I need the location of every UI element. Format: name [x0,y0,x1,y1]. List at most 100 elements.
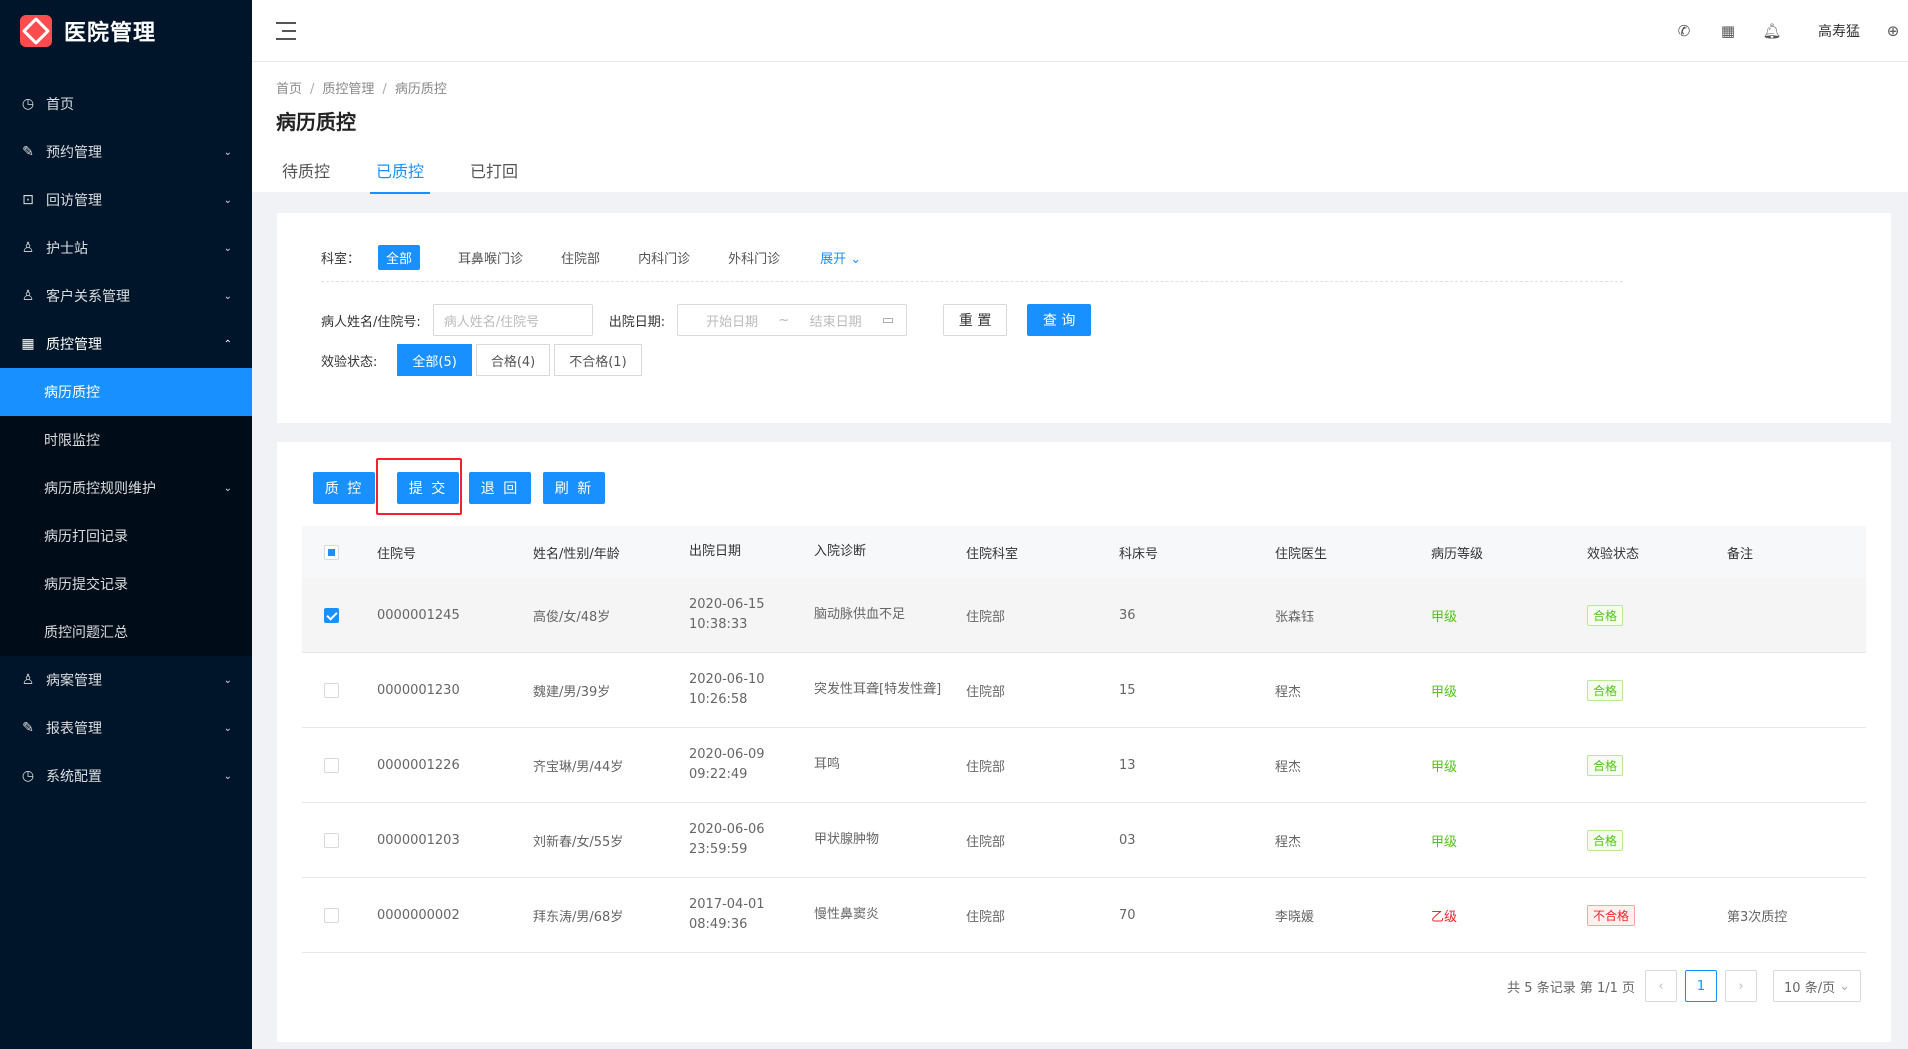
sidebar-item-appointments[interactable]: ✎ 预约管理 ⌄ [0,128,252,176]
sidebar-subitem-time-monitor[interactable]: 时限监控 [0,416,252,464]
chevron-down-icon: ⌄ [850,252,862,267]
discharge-date-range-picker[interactable]: 开始日期 ~ 结束日期 ▭ [677,304,908,336]
col-header[interactable]: 住院科室 [966,543,1119,562]
status-option-pass[interactable]: 合格(4) [475,344,551,376]
sidebar-subitem-issue-summary[interactable]: 质控问题汇总 [0,608,252,656]
edit-icon: ✎ [22,144,34,160]
chevron-right-icon: › [1738,978,1744,994]
status-option-fail[interactable]: 不合格(1) [554,344,642,376]
dept-option-all[interactable]: 全部 [378,245,421,270]
status-option-all[interactable]: 全部(5) [397,344,472,376]
status-badge: 合格 [1587,604,1624,626]
col-header[interactable]: 科床号 [1119,543,1275,562]
col-header[interactable]: 住院医生 [1275,543,1431,562]
row-checkbox[interactable] [324,832,339,848]
status-tabs: 待质控 已质控 已打回 [276,158,558,194]
sidebar-item-quality[interactable]: ▦ 质控管理 ⌃ [0,320,252,368]
sidebar-item-case-mgmt[interactable]: ♙ 病案管理 ⌄ [0,656,252,704]
refresh-button[interactable]: 刷 新 [543,472,605,504]
pagination: 共 5 条记录 第 1/1 页 ‹ 1 › 10 条/页 ⌄ [1507,970,1861,1002]
hospital-logo-icon [20,15,52,47]
dashboard-icon: ◷ [21,768,35,784]
breadcrumb: 首页 / 质控管理 / 病历质控 [276,82,447,97]
sidebar-item-nurse-station[interactable]: ♙ 护士站 ⌄ [0,224,252,272]
submit-highlight-box [376,458,462,515]
sidebar-item-crm[interactable]: ♙ 客户关系管理 ⌄ [0,272,252,320]
page-number[interactable]: 1 [1685,970,1718,1002]
status-badge: 不合格 [1587,904,1636,926]
grade-label: 乙级 [1431,909,1458,925]
chevron-down-icon: ⌄ [1839,978,1850,994]
qc-button[interactable]: 质 控 [313,472,375,504]
tab-returned[interactable]: 已打回 [464,158,524,194]
chevron-down-icon: ⌄ [223,194,232,206]
status-filter: 效验状态: 全部(5) 合格(4) 不合格(1) [321,344,642,376]
row-checkbox[interactable] [324,757,339,773]
col-header[interactable]: 住院号 [377,543,533,562]
row-checkbox[interactable] [324,907,339,923]
expand-link[interactable]: 展开 ⌄ [820,248,861,267]
apps-icon[interactable]: ▦ [1706,22,1750,40]
action-toolbar: 质 控 提 交 退 回 刷 新 [313,472,619,504]
dept-option-inpatient[interactable]: 住院部 [561,248,600,267]
page-title: 病历质控 [276,110,356,134]
return-button[interactable]: 退 回 [469,472,531,504]
phone-icon[interactable]: ✆ [1662,22,1706,40]
col-header[interactable]: 出院日期 [689,542,814,562]
col-header[interactable]: 效验状态 [1587,543,1727,562]
tab-checked[interactable]: 已质控 [370,158,431,194]
table-row[interactable]: 0000001203 刘新春/女/55岁 2020-06-06 23:59:59 … [302,803,1866,878]
patient-search-input[interactable]: 病人姓名/住院号 [432,304,593,336]
table-row[interactable]: 0000001245 高俊/女/48岁 2020-06-15 10:38:33 脑… [302,578,1866,653]
prev-page-button[interactable]: ‹ [1645,970,1678,1002]
records-table: 住院号 姓名/性别/年龄 出院日期 入院诊断 住院科室 科床号 住院医生 病历等… [302,526,1866,953]
sidebar-item-home[interactable]: ◷ 首页 [0,80,252,128]
divider [321,281,1623,282]
sidebar-subitem-submit-records[interactable]: 病历提交记录 [0,560,252,608]
user-icon: ♙ [21,240,35,256]
department-filter: 科室： 全部 耳鼻喉门诊 住院部 内科门诊 外科门诊 展开 ⌄ [321,245,861,270]
dept-option-ent[interactable]: 耳鼻喉门诊 [458,248,523,267]
start-date-input[interactable]: 开始日期 [706,311,758,330]
edit-icon: ✎ [22,720,34,736]
search-row: 病人姓名/住院号: 病人姓名/住院号 出院日期: 开始日期 ~ 结束日期 ▭ 重… [321,304,1092,336]
table-row[interactable]: 0000001226 齐宝琳/男/44岁 2020-06-09 09:22:49 … [302,728,1866,803]
chevron-down-icon: ⌄ [223,674,232,686]
filter-panel: 科室： 全部 耳鼻喉门诊 住院部 内科门诊 外科门诊 展开 ⌄ 病人姓名/住院号… [277,213,1891,423]
menu-collapse-icon[interactable] [276,21,296,40]
sidebar-item-reports[interactable]: ✎ 报表管理 ⌄ [0,704,252,752]
status-label: 效验状态: [321,354,378,370]
user-name[interactable]: 高寿猛 [1818,21,1860,41]
sidebar-item-followup[interactable]: ⊡ 回访管理 ⌄ [0,176,252,224]
sidebar-subitem-rules[interactable]: 病历质控规则维护 ⌄ [0,464,252,512]
col-header[interactable]: 病历等级 [1431,543,1587,562]
dept-option-internal[interactable]: 内科门诊 [638,248,690,267]
table-row[interactable]: 0000001230 魏建/男/39岁 2020-06-10 10:26:58 突… [302,653,1866,728]
row-checkbox[interactable] [324,607,339,623]
end-date-input[interactable]: 结束日期 [810,311,862,330]
col-header[interactable]: 入院诊断 [814,542,966,562]
select-all-checkbox[interactable] [324,544,339,560]
tab-pending[interactable]: 待质控 [276,158,336,194]
user-icon: ♙ [21,672,35,688]
sidebar-item-system-config[interactable]: ◷ 系统配置 ⌄ [0,752,252,800]
status-badge: 合格 [1587,754,1624,776]
dept-option-surgery[interactable]: 外科门诊 [728,248,780,267]
next-page-button[interactable]: › [1725,970,1758,1002]
table-row[interactable]: 0000000002 拜东涛/男/68岁 2017-04-01 08:49:36 … [302,878,1866,953]
logo[interactable]: 医院管理 [0,0,252,62]
sidebar: 医院管理 ◷ 首页 ✎ 预约管理 ⌄ ⊡ 回访管理 ⌄ ♙ 护士站 ⌄ ♙ 客户… [0,0,252,1049]
breadcrumb-home[interactable]: 首页 [276,82,302,97]
reset-button[interactable]: 重 置 [943,304,1008,336]
col-header[interactable]: 备注 [1727,543,1857,562]
globe-icon[interactable]: ⊕ [1878,22,1908,40]
discharge-date-label: 出院日期: [608,314,666,330]
page-size-select[interactable]: 10 条/页 ⌄ [1773,970,1861,1002]
sidebar-subitem-return-records[interactable]: 病历打回记录 [0,512,252,560]
bell-icon[interactable]: 🔔︎ [1750,22,1794,40]
col-header[interactable]: 姓名/性别/年龄 [533,543,689,562]
row-checkbox[interactable] [324,682,339,698]
query-button[interactable]: 查 询 [1027,304,1092,336]
breadcrumb-quality[interactable]: 质控管理 [322,82,374,97]
sidebar-subitem-record-qc[interactable]: 病历质控 [0,368,252,416]
